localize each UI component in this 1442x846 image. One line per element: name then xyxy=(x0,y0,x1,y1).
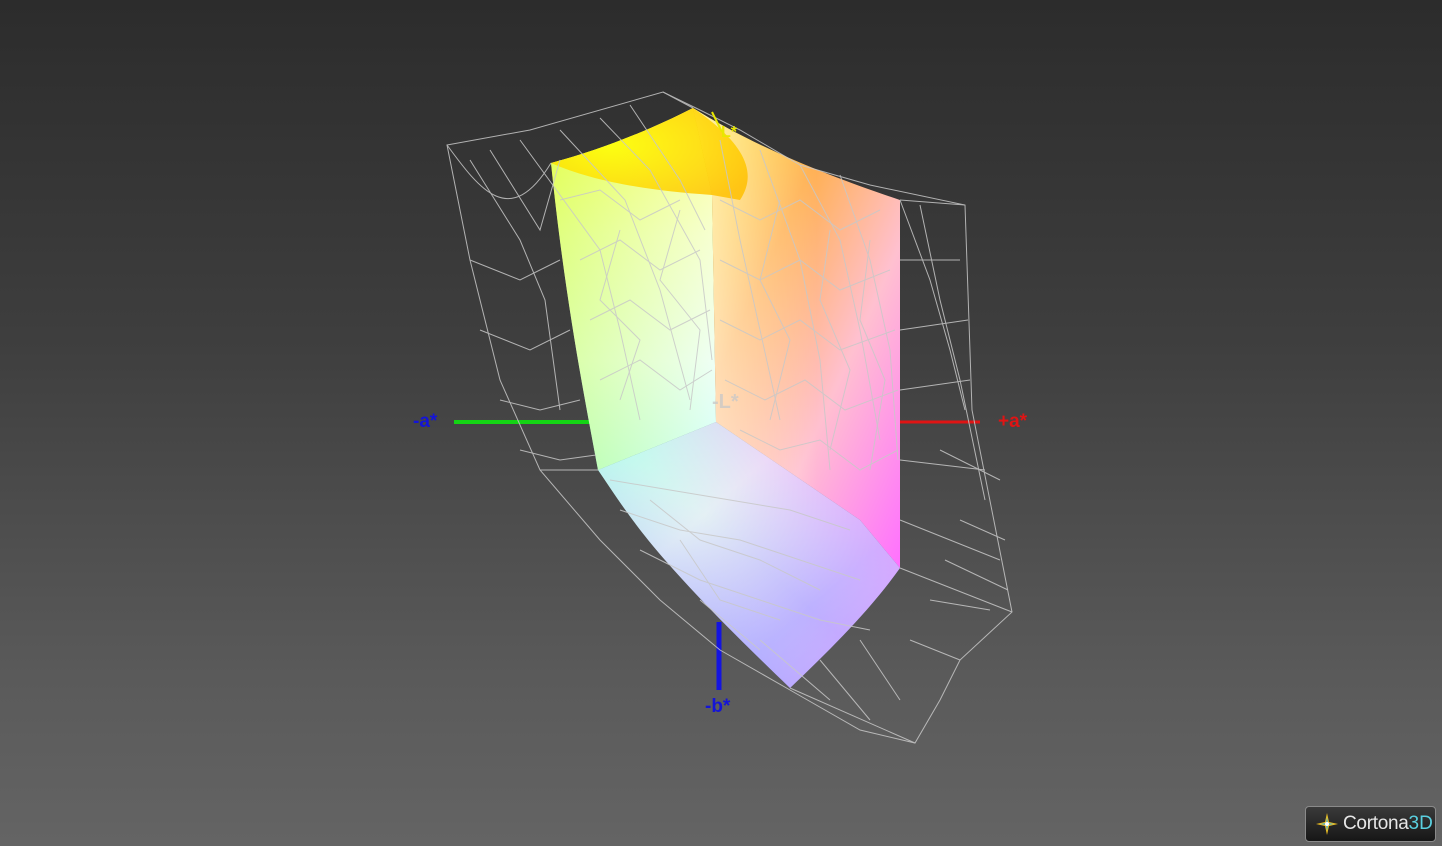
pos-l-label: L* xyxy=(721,124,737,141)
logo-name: Cortona xyxy=(1343,813,1409,834)
neg-b-label: -b* xyxy=(705,696,731,717)
neg-a-label: -a* xyxy=(413,411,438,432)
neg-l-label: -L* xyxy=(712,391,739,413)
cortona-star-icon xyxy=(1316,813,1338,835)
pos-a-label: +a* xyxy=(998,411,1028,432)
logo-accent: 3D xyxy=(1408,813,1433,834)
3d-viewport[interactable]: -a* +a* -b* L* -L* xyxy=(0,0,1442,846)
cortona3d-logo-button[interactable]: Cortona 3D xyxy=(1305,806,1436,842)
